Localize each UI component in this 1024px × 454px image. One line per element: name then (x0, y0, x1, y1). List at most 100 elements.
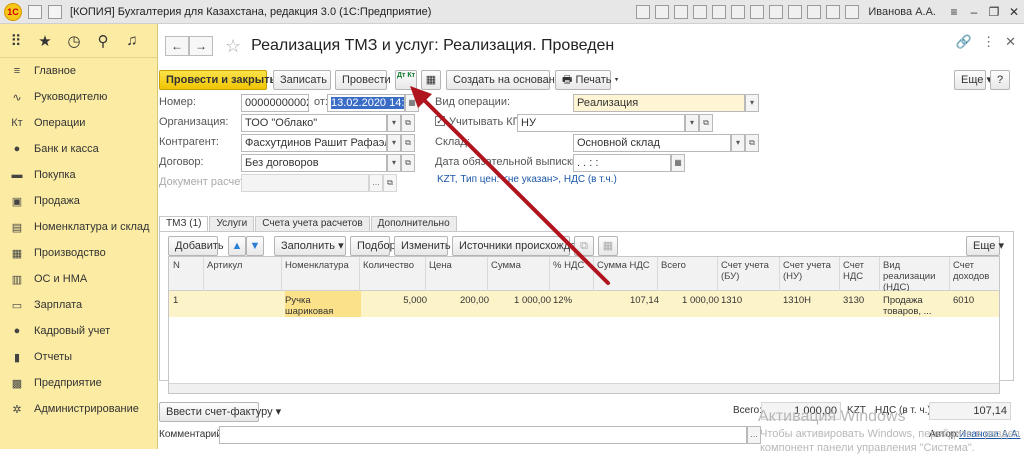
favorites-star-icon[interactable]: ★ (37, 32, 53, 50)
apps-grid-icon[interactable]: ⠿ (8, 32, 24, 50)
menu-icon[interactable] (28, 4, 42, 19)
operation-type-field[interactable]: Реализация (573, 94, 745, 112)
memory-plus-icon[interactable] (750, 5, 765, 19)
tab-settlement-accounts[interactable]: Счета учета расчетов (255, 216, 370, 232)
more-icon[interactable]: ⋮ (982, 34, 995, 50)
forward-button[interactable]: → (189, 36, 213, 56)
settlement-doc-open-icon[interactable]: ⧉ (383, 174, 397, 192)
dt-kt-icon[interactable]: Дт Кт (395, 70, 417, 90)
column-header[interactable]: Количество (363, 260, 427, 271)
history-icon[interactable]: ◷ (66, 32, 82, 50)
sidebar-item-13[interactable]: ✲ Администрирование (0, 396, 157, 422)
tab-additional[interactable]: Дополнительно (370, 216, 457, 232)
save-icon[interactable] (674, 5, 689, 19)
notifications-bell-icon[interactable]: ♫ (124, 32, 140, 49)
sidebar-item-6[interactable]: ▤ Номенклатура и склад (0, 214, 157, 240)
structure-icon[interactable]: ▦ (421, 70, 441, 90)
settlement-doc-dropdown-icon[interactable]: … (369, 174, 383, 192)
contract-field[interactable]: Без договоров (241, 154, 387, 172)
print-icon[interactable] (655, 5, 670, 19)
sidebar-item-10[interactable]: ● Кадровый учет (0, 318, 157, 344)
kpn-field[interactable]: НУ (517, 114, 685, 132)
copy-rows-icon[interactable]: ⧉ (574, 236, 594, 256)
column-header[interactable]: Счет учета (НУ) (783, 260, 841, 282)
table-cell[interactable]: 5,000 (363, 295, 427, 306)
column-header[interactable]: Цена (429, 260, 489, 271)
info-icon[interactable] (826, 5, 841, 19)
date-field[interactable]: 13.02.2020 14:12:39 (327, 94, 405, 112)
kpn-dropdown-icon[interactable]: ▾ (685, 114, 699, 132)
print-button[interactable]: 🖶 Печать ▾ (555, 70, 619, 90)
sidebar-item-0[interactable]: ≡ Главное (0, 58, 157, 84)
goods-table[interactable]: N Артикул Номенклатура Количество Цена Сумма%… (168, 256, 1000, 394)
table-cell[interactable]: 1 000,00 (491, 295, 551, 306)
table-cell[interactable]: Продажа товаров, ... (883, 295, 951, 317)
column-header[interactable]: Счет учета (БУ) (721, 260, 781, 282)
organization-field[interactable]: ТОО "Облако" (241, 114, 387, 132)
column-header[interactable]: Артикул (207, 260, 283, 271)
sidebar-item-9[interactable]: ▭ Зарплата (0, 292, 157, 318)
price-settings-link[interactable]: KZT, Тип цен: <не указан>, НДС (в т.ч.) (437, 174, 617, 185)
memory-minus-icon[interactable] (769, 5, 784, 19)
pick-button[interactable]: Подбор (350, 236, 396, 256)
table-row[interactable]: 1 Ручка шариковая 5,000 200,00 1 000,00 12% 10… (169, 291, 999, 317)
minimize-icon[interactable]: – (964, 5, 984, 19)
warehouse-field[interactable]: Основной склад (573, 134, 731, 152)
sidebar-item-7[interactable]: ▦ Производство (0, 240, 157, 266)
sidebar-item-5[interactable]: ▣ Продажа (0, 188, 157, 214)
table-cell[interactable]: 6010 (953, 295, 999, 306)
change-button[interactable]: Изменить (394, 236, 451, 256)
counterparty-field[interactable]: Фасхутдинов Рашит Рафаэльевич (241, 134, 387, 152)
enter-invoice-button[interactable]: Ввести счет-фактуру ▾ (159, 402, 281, 422)
column-header[interactable]: Счет доходов (953, 260, 999, 282)
table-more-button[interactable]: Еще ▾ (966, 236, 1004, 256)
table-cell[interactable]: 107,14 (597, 295, 659, 306)
memory-icon[interactable] (731, 5, 746, 19)
table-cell[interactable]: 3130 (843, 295, 881, 306)
save-button[interactable]: Записать (273, 70, 331, 90)
comment-field[interactable] (219, 426, 747, 444)
fill-button[interactable]: Заполнить ▾ (274, 236, 346, 256)
column-header[interactable]: Всего (661, 260, 719, 271)
table-settings-icon[interactable]: ▦ (598, 236, 618, 256)
date-picker-icon[interactable]: ▦ (405, 94, 419, 112)
close-form-icon[interactable]: ✕ (1005, 34, 1016, 50)
bell-icon[interactable] (807, 5, 822, 19)
back-button[interactable]: ← (165, 36, 189, 56)
table-cell[interactable]: 1310Н (783, 295, 841, 306)
dropdown-icon[interactable] (48, 4, 62, 19)
sidebar-item-2[interactable]: Кт Операции (0, 110, 157, 136)
table-horizontal-scrollbar[interactable] (169, 383, 999, 393)
column-header[interactable]: Номенклатура (285, 260, 361, 271)
warehouse-open-icon[interactable]: ⧉ (745, 134, 759, 152)
create-based-on-button[interactable]: Создать на основании ▾ (446, 70, 576, 90)
organization-open-icon[interactable]: ⧉ (401, 114, 415, 132)
counterparty-dropdown-icon[interactable]: ▾ (387, 134, 401, 152)
sidebar-item-4[interactable]: ▬ Покупка (0, 162, 157, 188)
counterparty-open-icon[interactable]: ⧉ (401, 134, 415, 152)
post-and-close-button[interactable]: Провести и закрыть (159, 70, 276, 90)
column-header[interactable]: N (173, 260, 203, 271)
move-up-icon[interactable]: ▲ (228, 236, 246, 256)
sidebar-item-3[interactable]: ● Банк и касса (0, 136, 157, 162)
column-header[interactable]: Счет НДС (843, 260, 881, 282)
table-cell[interactable]: Ручка шариковая (285, 295, 361, 317)
column-header[interactable]: % НДС (553, 260, 595, 271)
search-icon[interactable]: ⚲ (95, 32, 111, 50)
table-cell[interactable]: 200,00 (429, 295, 489, 306)
doc-icon[interactable] (636, 5, 651, 19)
add-row-button[interactable]: Добавить (168, 236, 224, 256)
maximize-icon[interactable]: ❐ (984, 5, 1004, 19)
esf-calendar-icon[interactable]: ▦ (671, 154, 685, 172)
table-cell[interactable]: 1 (173, 295, 203, 306)
link-icon[interactable]: 🔗 (956, 34, 972, 50)
organization-dropdown-icon[interactable]: ▾ (387, 114, 401, 132)
move-down-icon[interactable]: ▼ (246, 236, 264, 256)
sidebar-item-8[interactable]: ▥ ОС и НМА (0, 266, 157, 292)
comment-expand-icon[interactable]: … (747, 426, 761, 444)
contract-dropdown-icon[interactable]: ▾ (387, 154, 401, 172)
sources-button[interactable]: Источники происхождения (452, 236, 594, 256)
column-header[interactable]: Сумма НДС (597, 260, 659, 271)
operation-type-dropdown-icon[interactable]: ▾ (745, 94, 759, 112)
tab-tmz[interactable]: ТМЗ (1) (159, 216, 209, 232)
